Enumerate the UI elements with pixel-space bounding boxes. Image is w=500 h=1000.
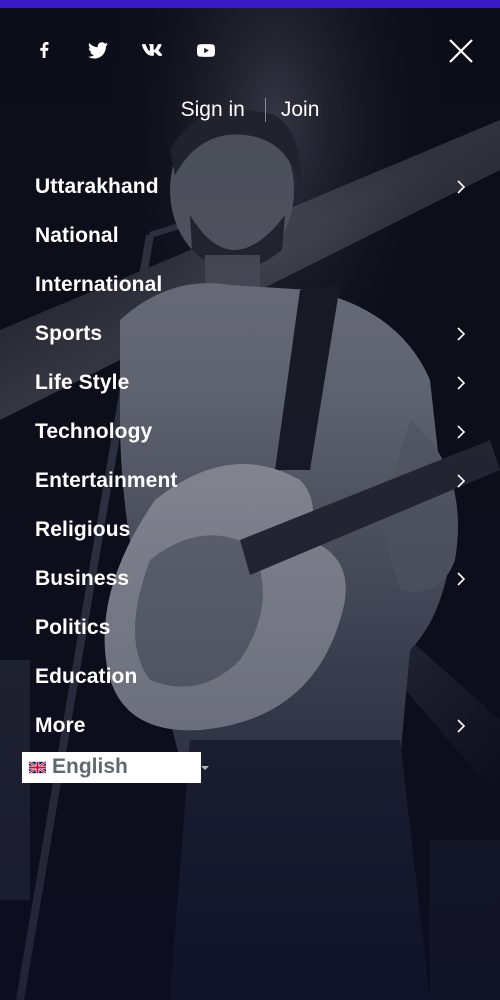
menu-item-label: Entertainment (35, 468, 178, 492)
menu-item-national[interactable]: National (0, 211, 500, 260)
join-link[interactable]: Join (281, 96, 320, 124)
twitter-icon[interactable] (84, 36, 112, 64)
menu-item-life-style[interactable]: Life Style (0, 358, 500, 407)
vk-icon[interactable] (138, 36, 166, 64)
menu-item-label: Life Style (35, 370, 130, 394)
social-links (30, 36, 246, 64)
menu-item-label: Uttarakhand (35, 174, 159, 198)
chevron-right-icon[interactable] (454, 473, 468, 489)
close-button[interactable] (446, 36, 476, 66)
menu-item-label: Education (35, 664, 138, 688)
facebook-icon[interactable] (30, 36, 58, 64)
sign-in-link[interactable]: Sign in (181, 96, 245, 124)
menu-item-label: National (35, 223, 119, 247)
chevron-right-icon[interactable] (454, 375, 468, 391)
menu-item-label: International (35, 272, 163, 296)
menu-item-religious[interactable]: Religious (0, 505, 500, 554)
language-selected-label: English (52, 755, 128, 778)
menu-item-sports[interactable]: Sports (0, 309, 500, 358)
menu-item-politics[interactable]: Politics (0, 603, 500, 652)
menu-item-technology[interactable]: Technology (0, 407, 500, 456)
chevron-right-icon[interactable] (454, 326, 468, 342)
chevron-right-icon[interactable] (454, 571, 468, 587)
menu-item-business[interactable]: Business (0, 554, 500, 603)
menu-item-label: Business (35, 566, 130, 590)
chevron-right-icon[interactable] (454, 424, 468, 440)
language-select[interactable]: English (22, 752, 209, 783)
menu-item-label: Religious (35, 517, 131, 541)
menu-item-more[interactable]: More (0, 701, 500, 750)
caret-down-icon (201, 766, 209, 770)
menu-item-label: Politics (35, 615, 111, 639)
menu-item-label: Sports (35, 321, 103, 345)
menu-item-label: Technology (35, 419, 153, 443)
main-menu: Uttarakhand National International Sport… (0, 162, 500, 750)
chevron-right-icon[interactable] (454, 718, 468, 734)
mobile-menu-page: Sign in Join Uttarakhand National Intern… (0, 0, 500, 1000)
menu-item-label: More (35, 713, 86, 737)
uk-flag-icon (29, 761, 46, 774)
youtube-icon[interactable] (192, 36, 220, 64)
menu-item-international[interactable]: International (0, 260, 500, 309)
auth-divider (264, 98, 266, 122)
auth-links: Sign in Join (0, 96, 500, 124)
close-icon (449, 39, 473, 63)
menu-item-uttarakhand[interactable]: Uttarakhand (0, 162, 500, 211)
top-accent-bar (0, 0, 500, 8)
menu-item-education[interactable]: Education (0, 652, 500, 701)
menu-item-entertainment[interactable]: Entertainment (0, 456, 500, 505)
chevron-right-icon[interactable] (454, 179, 468, 195)
